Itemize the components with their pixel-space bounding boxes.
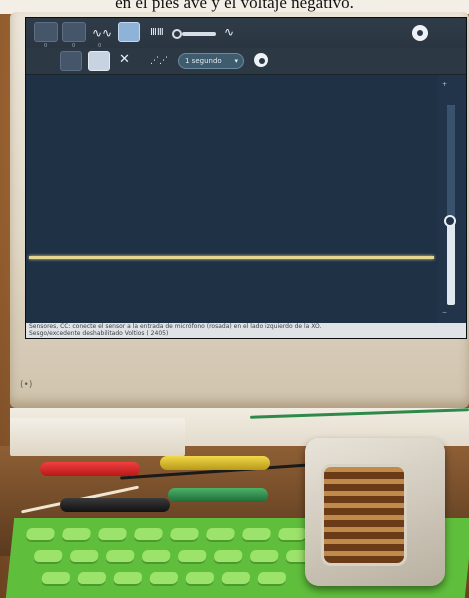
- keyboard-key: [213, 550, 243, 564]
- keyboard-key: [61, 528, 92, 542]
- green-alligator-clip: [168, 488, 268, 502]
- scale-top-mark: +: [442, 81, 448, 88]
- waveform-icon[interactable]: ∿∿: [92, 27, 112, 39]
- time-base-value: 1 segundo: [185, 57, 222, 65]
- keyboard-key: [249, 550, 279, 564]
- keyboard-key: [97, 528, 128, 542]
- white-base-block: [10, 418, 185, 456]
- toolbar-primary: 0 0 ∿∿ 0 ⅢⅢ ∿: [26, 18, 466, 49]
- keyboard-key: [149, 572, 179, 586]
- status-line-2: Sesgo/excedente deshabilitado Voltios ( …: [29, 330, 169, 337]
- signal-trace: [29, 256, 434, 259]
- red-alligator-clip: [40, 462, 140, 476]
- yellow-alligator-clip: [160, 456, 270, 470]
- status-bar: Sensores, CC: conecte el sensor a la ent…: [26, 323, 466, 338]
- scale-bottom-mark: −: [442, 309, 448, 316]
- keyboard-key: [177, 550, 207, 564]
- keyboard-key: [169, 528, 200, 542]
- keyboard-key: [25, 528, 56, 542]
- amplitude-icon: ⅢⅢ: [150, 27, 164, 38]
- device-window: [321, 464, 407, 566]
- keyboard-key: [33, 550, 63, 564]
- close-icon[interactable]: ✕: [119, 53, 130, 66]
- keyboard-key: [221, 572, 251, 586]
- record-icon[interactable]: [254, 53, 268, 67]
- keyboard-key: [77, 572, 107, 586]
- toolbar-secondary: ✕ ⋰⋰ 1 segundo ▾: [26, 48, 466, 75]
- gain-slider-track[interactable]: [182, 32, 216, 36]
- stop-icon[interactable]: [412, 25, 428, 41]
- sensor-device: [305, 438, 445, 586]
- chevron-down-icon: ▾: [234, 57, 238, 65]
- keyboard-key: [205, 528, 236, 542]
- keyboard-key: [41, 572, 71, 586]
- time-base-select[interactable]: 1 segundo ▾: [178, 53, 244, 69]
- keyboard-key: [185, 572, 215, 586]
- sine-wave-icon[interactable]: ∿: [224, 26, 234, 38]
- power-indicator-icon: (•): [20, 380, 33, 390]
- status-line-1: Sensores, CC: conecte el sensor a la ent…: [29, 323, 322, 330]
- keyboard-key: [277, 528, 308, 542]
- zoom-in-button[interactable]: [88, 51, 110, 71]
- keyboard-key: [113, 572, 143, 586]
- oscilloscope-plot: [26, 75, 438, 323]
- vertical-scale-fill: [447, 105, 455, 221]
- monitor-screen: 0 0 ∿∿ 0 ⅢⅢ ∿ ✕ ⋰⋰ 1 segundo ▾ + − Senso…: [25, 17, 467, 339]
- vertical-scale-panel: + −: [438, 75, 466, 323]
- keyboard-key: [141, 550, 171, 564]
- scatter-icon: ⋰⋰: [150, 56, 168, 66]
- black-alligator-clip: [60, 498, 170, 512]
- zoom-out-button[interactable]: [60, 51, 82, 71]
- keyboard-key: [241, 528, 272, 542]
- keyboard-key: [257, 572, 287, 586]
- sound-tool-button[interactable]: [34, 22, 58, 42]
- photo-scene: en el pies ave y el voltaje negativo. (•…: [0, 0, 469, 598]
- record-mode-button[interactable]: [118, 22, 140, 42]
- keyboard-key: [69, 550, 99, 564]
- sensor-tool-button[interactable]: [62, 22, 86, 42]
- keyboard-key: [133, 528, 164, 542]
- keyboard-key: [105, 550, 135, 564]
- vertical-scale-knob[interactable]: [444, 215, 456, 227]
- gain-slider-knob[interactable]: [172, 29, 182, 39]
